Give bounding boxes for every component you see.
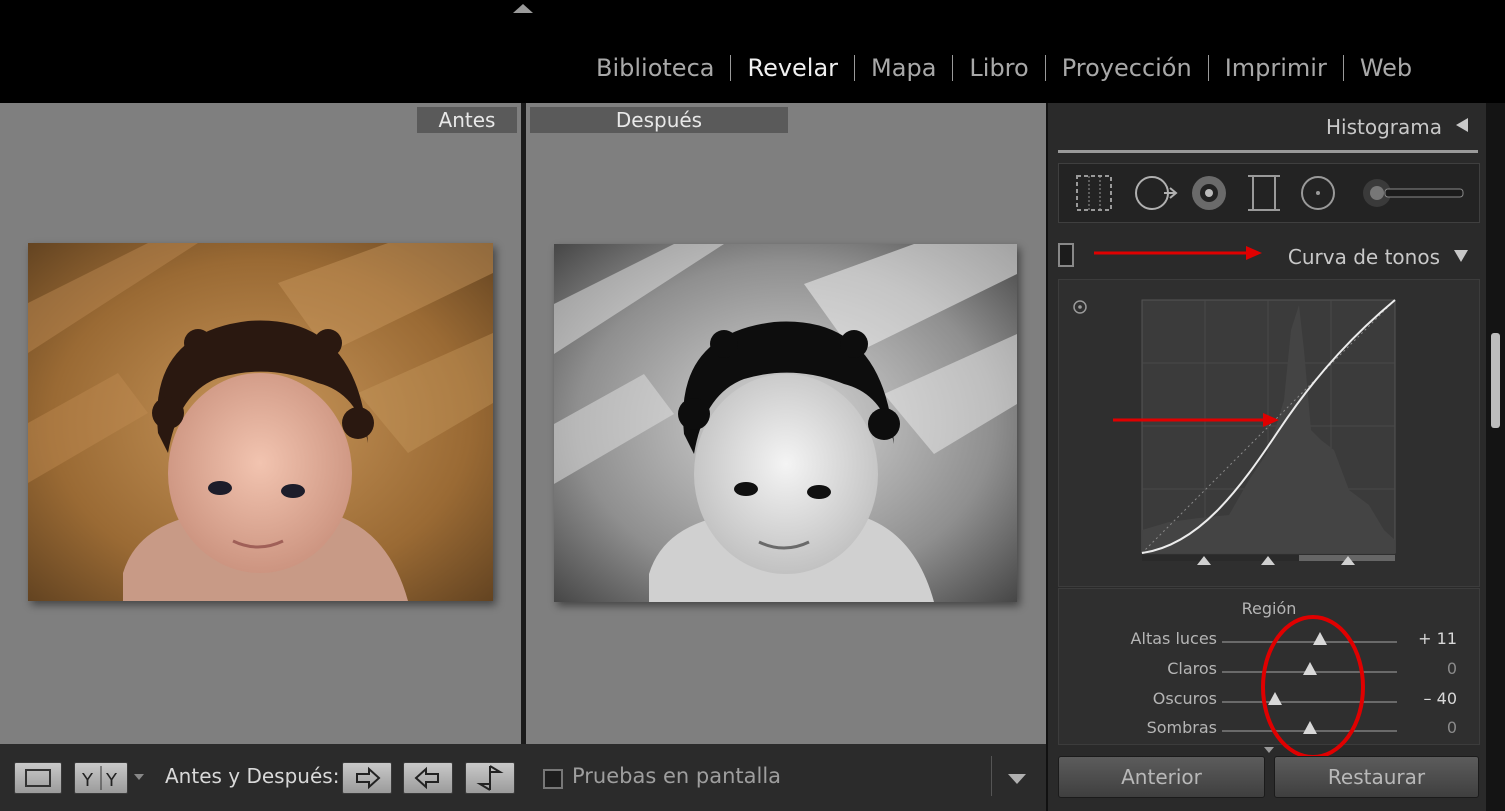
- before-pane: Antes: [0, 103, 521, 744]
- module-web[interactable]: Web: [1344, 54, 1428, 82]
- module-bar: Biblioteca Revelar Mapa Libro Proyección…: [0, 0, 1505, 100]
- red-eye-icon[interactable]: [1192, 176, 1226, 210]
- panel-toggle-up-icon[interactable]: [513, 4, 533, 13]
- graduated-filter-icon[interactable]: [1248, 175, 1280, 211]
- collapse-left-icon: [1456, 118, 1468, 132]
- module-revelar[interactable]: Revelar: [731, 54, 854, 82]
- module-mapa[interactable]: Mapa: [855, 54, 952, 82]
- tool-strip-icons: [1076, 175, 1464, 211]
- targeted-adjustment-icon[interactable]: [1071, 298, 1089, 316]
- arrow-left-icon: [414, 766, 439, 790]
- before-after-label: Antes y Después:: [165, 764, 340, 788]
- after-photo: [554, 244, 1017, 602]
- loupe-icon: [25, 769, 51, 787]
- tone-curve-section: [1058, 279, 1480, 587]
- histogram-header[interactable]: Histograma: [1326, 115, 1468, 139]
- slider-value[interactable]: – 40: [1424, 689, 1457, 708]
- slider-label: Altas luces: [1130, 629, 1217, 648]
- previous-button[interactable]: Anterior: [1058, 756, 1265, 798]
- radial-filter-icon[interactable]: [1301, 176, 1335, 210]
- slider-label: Oscuros: [1152, 689, 1217, 708]
- adjustment-brush-icon[interactable]: [1363, 179, 1464, 207]
- viewer-toolbar: Y Y Antes y Después: Pruebas en pantalla: [0, 744, 1046, 811]
- module-picker: Biblioteca Revelar Mapa Libro Proyección…: [580, 48, 1428, 88]
- spot-removal-icon[interactable]: [1135, 176, 1178, 210]
- toolbar-separator: [991, 756, 992, 796]
- slider-label: Claros: [1167, 659, 1217, 678]
- annotation-circle: [1261, 615, 1365, 759]
- before-photo: [28, 243, 493, 601]
- module-libro[interactable]: Libro: [953, 54, 1044, 82]
- svg-text:Y: Y: [81, 770, 94, 791]
- slider-value[interactable]: 0: [1447, 659, 1457, 678]
- histogram-strip: [1058, 150, 1478, 153]
- histogram-title: Histograma: [1325, 115, 1442, 139]
- arrow-right-icon: [356, 766, 381, 790]
- slider-value[interactable]: + 11: [1418, 629, 1457, 648]
- panel-scrollbar[interactable]: [1486, 103, 1505, 811]
- loupe-view-button[interactable]: [14, 762, 62, 794]
- toolbar-menu-chevron-down-icon[interactable]: [1008, 774, 1026, 784]
- develop-right-panel: Histograma Curva de tonos Región Altas l…: [1046, 103, 1488, 811]
- before-after-viewer: Antes Después: [0, 103, 1046, 744]
- reset-button[interactable]: Restaurar: [1274, 756, 1479, 798]
- tone-curve-title: Curva de tonos: [1287, 245, 1440, 269]
- tool-strip: [1058, 163, 1480, 223]
- crop-overlay-icon[interactable]: [1076, 175, 1112, 211]
- slider-label: Sombras: [1146, 718, 1217, 737]
- module-biblioteca[interactable]: Biblioteca: [580, 54, 730, 82]
- section-expand-icon[interactable]: [1264, 747, 1274, 753]
- mode-dropdown-icon[interactable]: [133, 772, 145, 782]
- before-label: Antes: [417, 107, 517, 133]
- annotation-arrow-header: [1094, 246, 1262, 260]
- module-imprimir[interactable]: Imprimir: [1209, 54, 1343, 82]
- tone-curve-graph[interactable]: [1129, 290, 1419, 580]
- region-section: Región Altas luces + 11 Claros 0 Oscuros…: [1058, 588, 1480, 759]
- tone-curve-toggle-switch[interactable]: [1058, 243, 1074, 267]
- before-after-mode-button[interactable]: Y Y: [74, 762, 128, 794]
- swap-before-after-button[interactable]: [465, 762, 515, 794]
- tone-curve-header[interactable]: Curva de tonos: [1288, 245, 1468, 269]
- collapse-down-icon: [1454, 250, 1468, 262]
- module-proyeccion[interactable]: Proyección: [1046, 54, 1208, 82]
- annotation-arrow-curve: [1113, 413, 1279, 427]
- after-label: Después: [530, 107, 788, 133]
- copy-before-to-after-button[interactable]: [342, 762, 392, 794]
- after-pane: Después: [526, 103, 1046, 744]
- soft-proofing-checkbox[interactable]: [543, 769, 563, 789]
- swap-icon: [476, 765, 504, 791]
- soft-proofing-label: Pruebas en pantalla: [572, 764, 782, 788]
- slider-value[interactable]: 0: [1447, 718, 1457, 737]
- svg-text:Y: Y: [105, 770, 118, 791]
- copy-after-to-before-button[interactable]: [403, 762, 453, 794]
- scrollbar-thumb[interactable]: [1491, 333, 1500, 428]
- yy-icon: Y Y: [81, 766, 118, 791]
